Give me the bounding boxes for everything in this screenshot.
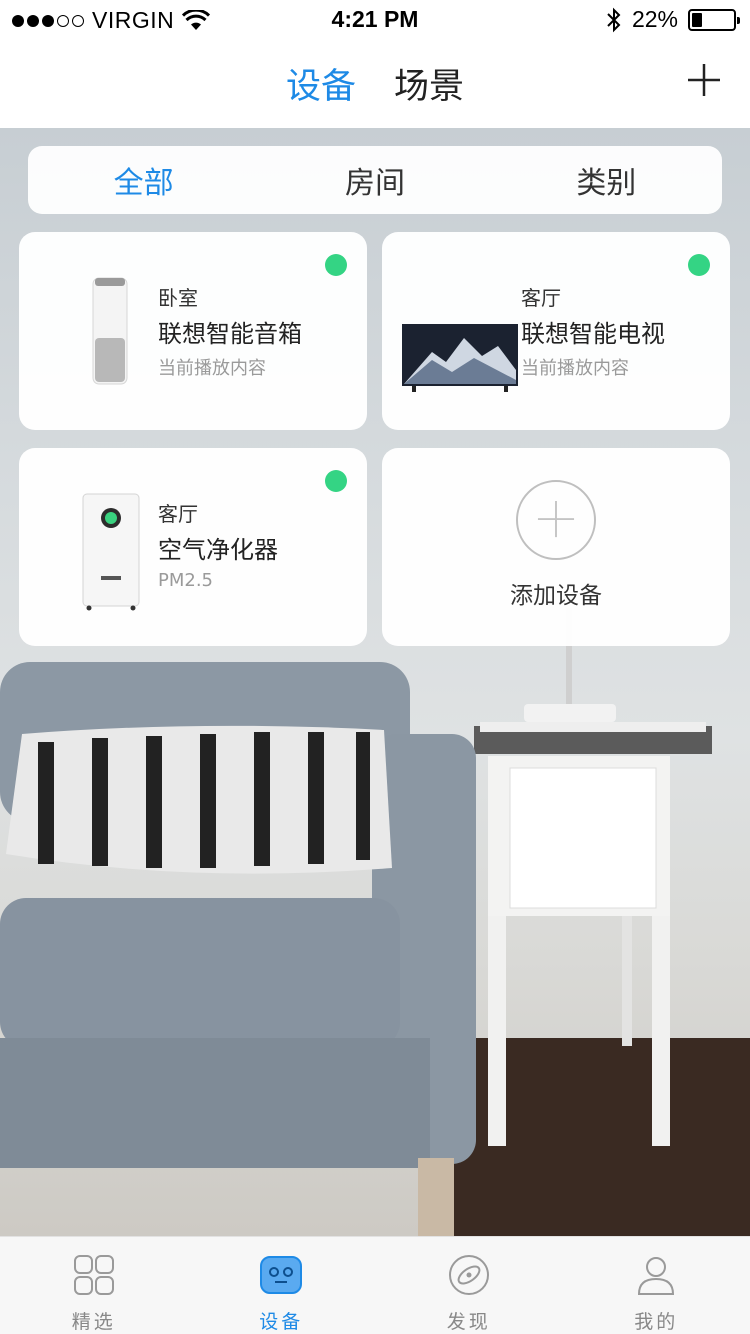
smart-speaker-icon [92,277,128,385]
tab-label: 设备 [259,1311,304,1333]
online-status-dot [325,470,347,492]
device-status: 当前播放内容 [521,358,629,379]
nav-header: 设备 场景 [0,40,750,128]
online-status-dot [325,254,347,276]
bluetooth-icon [607,7,621,32]
add-device-button[interactable]: 添加设备 [382,448,730,646]
tab-filter-room[interactable]: 房间 [259,158,490,202]
tab-mine[interactable]: 我的 [563,1237,750,1334]
robot-icon [260,1256,303,1294]
device-card-speaker[interactable]: 卧室 联想智能音箱 当前播放内容 [19,232,367,430]
device-room: 客厅 [521,286,561,310]
bottom-tab-bar: 精选 设备 发现 我的 [0,1236,750,1334]
device-status: 当前播放内容 [158,358,266,379]
battery-icon [688,8,740,31]
smart-tv-icon [402,324,518,392]
tab-devices[interactable]: 设备 [286,58,356,109]
tab-featured[interactable]: 精选 [0,1237,188,1334]
tab-devices-bottom[interactable]: 设备 [188,1237,376,1334]
device-card-tv[interactable]: 客厅 联想智能电视 当前播放内容 [382,232,730,430]
air-purifier-icon [82,493,140,611]
plus-icon[interactable] [686,62,722,98]
device-status: PM2.5 [158,570,214,591]
grid-icon [73,1255,114,1295]
status-bar: VIRGIN 4:21 PM 22% [0,0,750,40]
online-status-dot [688,254,710,276]
device-room: 卧室 [158,286,198,310]
device-name: 空气净化器 [158,536,278,564]
filter-tabs: 全部 房间 类别 [28,146,722,214]
discover-icon [448,1255,489,1295]
battery-percent: 22% [631,6,678,32]
tab-label: 发现 [446,1311,491,1333]
tab-label: 我的 [634,1311,679,1333]
device-name: 联想智能电视 [521,320,665,348]
device-name: 联想智能音箱 [158,320,302,348]
user-icon [638,1257,675,1295]
tab-scenes[interactable]: 场景 [394,58,464,109]
tab-discover[interactable]: 发现 [375,1237,563,1334]
tab-label: 精选 [71,1311,116,1333]
tab-filter-category[interactable]: 类别 [491,158,722,202]
add-device-label: 添加设备 [510,583,602,609]
device-card-air-purifier[interactable]: 客厅 空气净化器 PM2.5 [19,448,367,646]
top-bar: VIRGIN 4:21 PM 22% 设备 场景 [0,0,750,128]
plus-circle-icon [516,480,596,560]
header-tabs: 设备 场景 [0,58,750,109]
device-room: 客厅 [158,502,198,526]
tab-filter-all[interactable]: 全部 [28,158,259,202]
